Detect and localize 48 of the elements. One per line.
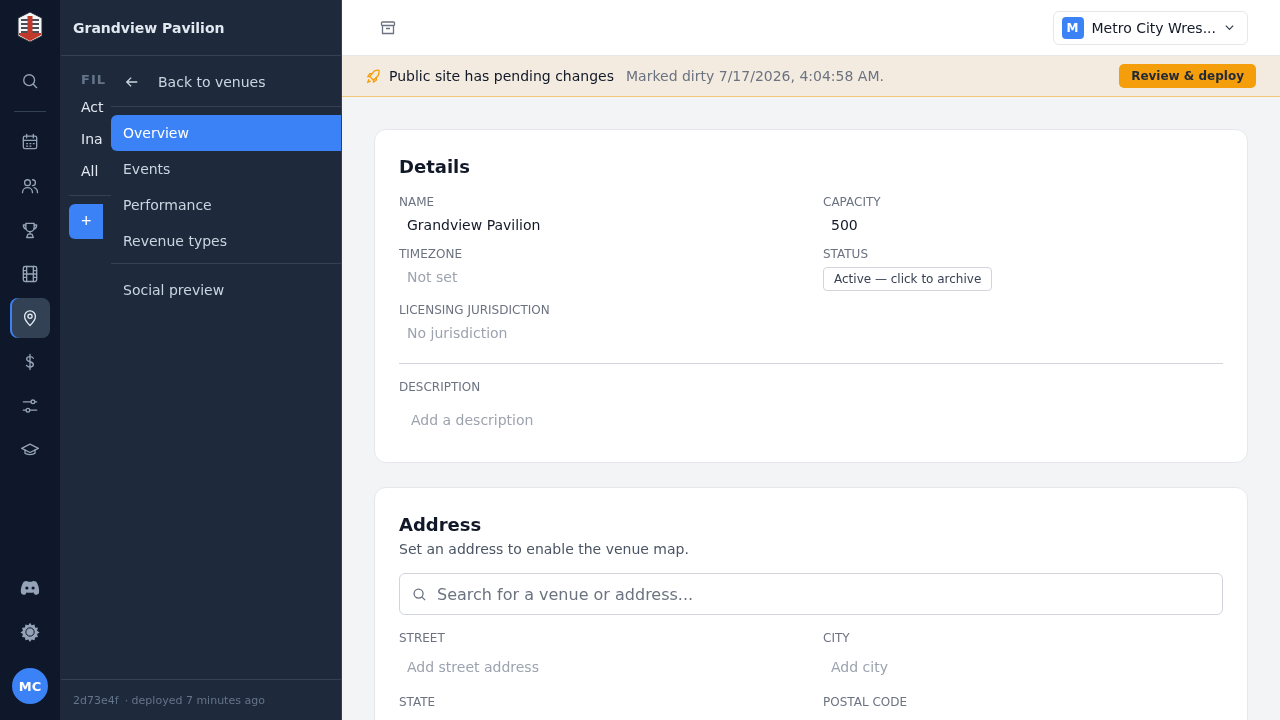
- sun-icon[interactable]: [20, 622, 40, 642]
- status-button[interactable]: Active — click to archive: [823, 267, 993, 291]
- field-value[interactable]: 500: [823, 215, 1223, 235]
- review-deploy-button[interactable]: Review & deploy: [1119, 64, 1256, 88]
- commit-hash: 2d73e4f: [73, 693, 119, 707]
- user-avatar[interactable]: MC: [12, 668, 48, 704]
- menu-item[interactable]: Events: [111, 151, 341, 187]
- address-search-field[interactable]: Search for a venue or address...: [399, 573, 1223, 615]
- filter-item[interactable]: Act: [81, 91, 104, 123]
- field-label: STATE: [399, 695, 437, 709]
- menu-item[interactable]: Social preview: [111, 272, 341, 308]
- card-subtitle: Set an address to enable the venue map.: [399, 541, 690, 557]
- field-label: DESCRIPTION: [399, 380, 482, 394]
- filter-item[interactable]: All: [81, 155, 99, 187]
- organization-selector[interactable]: M Metro City Wres...: [1052, 10, 1248, 45]
- menu-item[interactable]: Overview: [111, 115, 341, 151]
- field-value[interactable]: Grandview Pavilion: [399, 215, 799, 235]
- field-label: LICENSING JURISDICTION: [399, 303, 551, 317]
- field-label: POSTAL CODE: [823, 695, 909, 709]
- rocket-icon: [366, 68, 381, 84]
- address-input[interactable]: Add street address: [399, 651, 775, 683]
- card-title: Address: [399, 514, 483, 535]
- filter-item[interactable]: Ina: [81, 123, 103, 155]
- deploy-time: · deployed 7 minutes ago: [124, 693, 265, 707]
- field-label: STATUS: [823, 247, 870, 261]
- description-field[interactable]: Add a description: [399, 400, 1165, 440]
- logo-icon: [17, 11, 43, 43]
- back-link[interactable]: Back to venues: [111, 68, 341, 102]
- card-title: Details: [399, 156, 471, 177]
- org-initial-badge: M: [1061, 16, 1084, 39]
- map-pin-icon[interactable]: [10, 298, 50, 338]
- field-label: NAME: [399, 195, 436, 209]
- banner-detail: Marked dirty 7/17/2026, 4:04:58 AM.: [626, 68, 884, 84]
- address-input[interactable]: Add city: [823, 651, 1199, 683]
- chevron-down-icon: [1224, 22, 1235, 33]
- field-label: CAPACITY: [823, 195, 882, 209]
- field-label: CITY: [823, 631, 851, 645]
- menu-item[interactable]: Revenue types: [111, 223, 341, 259]
- add-button[interactable]: +: [69, 204, 103, 239]
- field-label: STREET: [399, 631, 446, 645]
- banner-title: Public site has pending changes: [389, 68, 614, 84]
- archive-icon[interactable]: [380, 19, 396, 36]
- field-label: TIMEZONE: [399, 247, 464, 261]
- game-controller-icon[interactable]: [19, 580, 41, 596]
- back-arrow-icon: [125, 75, 139, 89]
- search-icon: [412, 586, 427, 602]
- menu-item[interactable]: Performance: [111, 187, 341, 223]
- filter-heading: FIL: [81, 72, 106, 87]
